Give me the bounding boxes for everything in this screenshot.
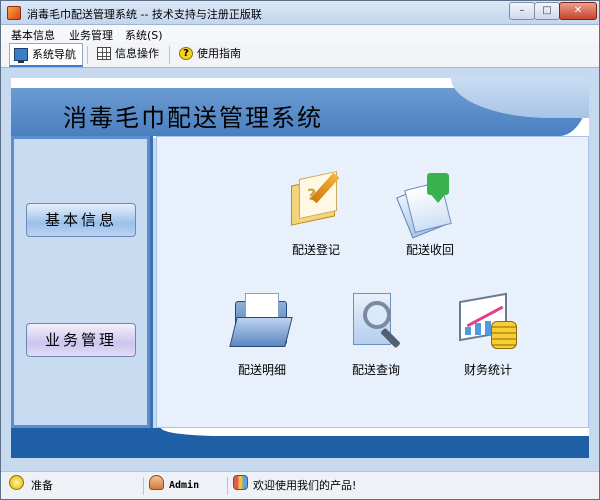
feature-panel: ? 配送登记 配送收回 配送明细 配送查询 财务统计 xyxy=(156,136,589,428)
main-content: 消毒毛巾配送管理系统 基本信息 业务管理 ? 配送登记 配送收回 配送明细 配送… xyxy=(1,68,599,471)
monitor-icon xyxy=(14,48,28,63)
app-icon xyxy=(7,6,21,20)
status-user: Admin xyxy=(169,480,200,491)
menu-system[interactable]: 系统(S) xyxy=(125,27,163,43)
delivery-query-item[interactable]: 配送查询 xyxy=(331,291,421,378)
tab-user-guide[interactable]: ? 使用指南 xyxy=(175,43,251,67)
delivery-detail-item[interactable]: 配送明细 xyxy=(217,291,307,378)
detail-folder-icon xyxy=(229,291,293,353)
bottom-band-decoration xyxy=(161,428,589,436)
menu-basic-info[interactable]: 基本信息 xyxy=(11,27,55,43)
tab-label: 系统导航 xyxy=(32,48,76,61)
close-button[interactable]: ✕ xyxy=(559,2,597,20)
status-divider xyxy=(227,477,228,495)
tab-info-ops[interactable]: 信息操作 xyxy=(93,43,167,67)
sidebar-panel: 基本信息 业务管理 xyxy=(14,139,147,425)
tab-label: 使用指南 xyxy=(197,47,241,60)
status-bar: 准备 Admin 欢迎使用我们的产品! xyxy=(1,471,599,499)
tab-divider xyxy=(169,46,170,64)
users-group-icon xyxy=(233,475,248,490)
finance-stats-item[interactable]: 财务统计 xyxy=(443,291,533,378)
sidebar: 基本信息 业务管理 xyxy=(11,136,153,428)
maximize-button[interactable]: □ xyxy=(534,2,560,20)
tab-label: 信息操作 xyxy=(115,47,159,60)
feature-label: 配送登记 xyxy=(291,243,340,257)
tab-bar: 系统导航 信息操作 ? 使用指南 xyxy=(1,42,599,68)
status-divider xyxy=(143,477,144,495)
register-book-icon: ? xyxy=(285,170,347,233)
user-icon xyxy=(149,475,164,490)
business-management-button[interactable]: 业务管理 xyxy=(26,323,136,357)
basic-info-button[interactable]: 基本信息 xyxy=(26,203,136,237)
banner: 消毒毛巾配送管理系统 xyxy=(11,78,589,138)
minimize-button[interactable]: – xyxy=(509,2,535,20)
status-state: 准备 xyxy=(31,479,53,492)
grid-icon xyxy=(97,47,111,60)
tab-system-nav[interactable]: 系统导航 xyxy=(9,43,83,67)
status-message: 欢迎使用我们的产品! xyxy=(253,479,357,492)
tab-divider xyxy=(87,46,88,64)
feature-label: 财务统计 xyxy=(463,363,512,377)
window-title: 消毒毛巾配送管理系统 -- 技术支持与注册正版联系( xyxy=(27,8,263,20)
finance-chart-icon xyxy=(457,291,519,353)
search-magnifier-icon xyxy=(345,291,407,353)
title-bar[interactable]: 消毒毛巾配送管理系统 -- 技术支持与注册正版联系( – □ ✕ xyxy=(1,1,599,25)
bulb-icon xyxy=(9,475,24,490)
delivery-register-item[interactable]: ? 配送登记 xyxy=(271,170,361,258)
menu-bar: 基本信息 业务管理 系统(S) xyxy=(1,25,599,42)
banner-title: 消毒毛巾配送管理系统 xyxy=(63,104,323,132)
app-window: 消毒毛巾配送管理系统 -- 技术支持与注册正版联系( – □ ✕ 基本信息 业务… xyxy=(0,0,600,500)
feature-label: 配送明细 xyxy=(237,363,286,377)
receive-download-icon xyxy=(396,171,461,239)
feature-label: 配送查询 xyxy=(351,363,400,377)
delivery-return-item[interactable]: 配送收回 xyxy=(385,171,475,258)
feature-label: 配送收回 xyxy=(405,243,454,257)
menu-business[interactable]: 业务管理 xyxy=(69,27,113,43)
help-icon: ? xyxy=(179,47,193,60)
